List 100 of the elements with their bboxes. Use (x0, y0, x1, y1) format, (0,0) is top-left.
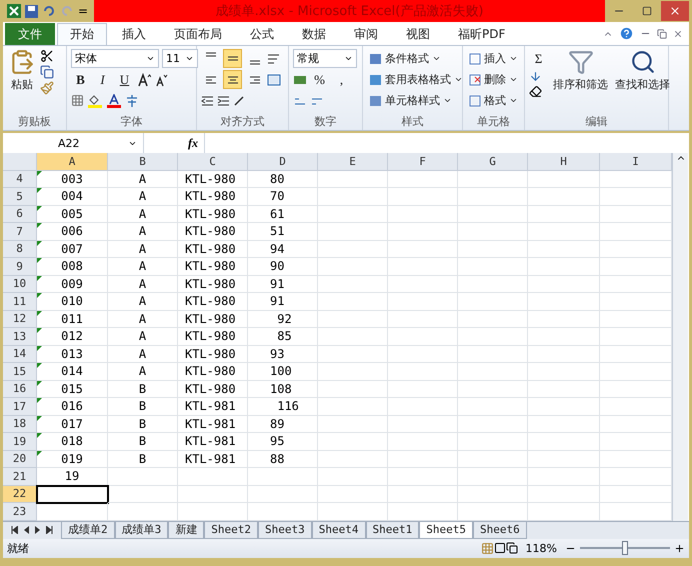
styles-menu-button[interactable]: 条件格式 (367, 49, 443, 68)
styles-menu-button[interactable]: 单元格样式 (367, 91, 454, 110)
row-header[interactable]: 18 (3, 416, 37, 433)
group-label: 字体 (120, 114, 144, 130)
caret-icon (146, 54, 155, 63)
row-header[interactable]: 8 (3, 240, 37, 258)
ribbon-tab[interactable]: 视图 (393, 23, 443, 45)
table-cell (388, 450, 458, 468)
filter-icon (568, 49, 594, 75)
row-header[interactable]: 14 (3, 346, 37, 363)
column-header[interactable]: A (37, 153, 108, 171)
column-header[interactable]: H (528, 153, 600, 171)
vertical-scrollbar[interactable] (672, 153, 688, 520)
sheet-tab[interactable]: Sheet6 (473, 522, 527, 538)
cells-menu-button[interactable]: 插入 (467, 49, 520, 68)
row-header[interactable]: 17 (3, 398, 37, 416)
sheet-tab[interactable]: Sheet4 (312, 522, 366, 538)
ribbon-tab[interactable]: 插入 (109, 23, 159, 45)
table-cell (528, 486, 600, 503)
table-cell (318, 170, 388, 188)
formula-input[interactable] (205, 133, 689, 153)
row-header[interactable]: 6 (3, 206, 37, 223)
table-cell (108, 468, 178, 486)
row-header[interactable]: 19 (3, 433, 37, 450)
sheet-tab[interactable]: 新建 (168, 522, 204, 538)
column-header[interactable]: B (108, 153, 178, 171)
ribbon-tab[interactable]: 福昕PDF (445, 23, 518, 45)
underline-button[interactable]: U (115, 70, 134, 89)
column-header[interactable]: G (458, 153, 528, 171)
row-header[interactable]: 15 (3, 363, 37, 380)
close-button[interactable] (661, 1, 689, 21)
sheet-tab[interactable]: 成绩单2 (61, 522, 115, 538)
customize-toolbar-icon[interactable]: = (78, 4, 88, 18)
row-header[interactable]: 10 (3, 276, 37, 293)
sheet-tab[interactable]: Sheet2 (204, 522, 258, 538)
autosum-button[interactable]: Σ (529, 49, 548, 68)
row-header[interactable]: 12 (3, 310, 37, 328)
ribbon-tab[interactable]: 开始 (57, 23, 107, 45)
error-indicator-icon (37, 433, 42, 438)
table-cell: 91 (248, 276, 318, 293)
horizontal-align-button[interactable] (223, 70, 242, 89)
column-header[interactable]: F (388, 153, 458, 171)
table-cell (528, 276, 600, 293)
sort-filter-button[interactable]: 排序和筛选 (551, 49, 610, 114)
table-cell (318, 380, 388, 398)
row-header[interactable]: 16 (3, 380, 37, 398)
column-header[interactable]: C (178, 153, 248, 171)
number-format-field[interactable]: 常规 (293, 49, 357, 68)
table-cell (388, 468, 458, 486)
styles-menu-button[interactable]: 套用表格格式 (367, 70, 465, 89)
cells-menu-button[interactable]: 格式 (467, 91, 520, 110)
table-cell: KTL-980 (178, 380, 248, 398)
comma-button[interactable]: , (332, 70, 351, 89)
font-name-field[interactable]: 宋体 (71, 49, 159, 68)
ribbon-tab[interactable]: 审阅 (341, 23, 391, 45)
table-cell: 70 (248, 188, 318, 206)
table-cell: B (108, 398, 178, 416)
paste-button[interactable]: 粘贴 (7, 49, 37, 114)
row-header[interactable]: 5 (3, 188, 37, 206)
table-cell (178, 468, 248, 486)
insert-function-button[interactable]: fx (144, 133, 204, 153)
row-header[interactable]: 11 (3, 293, 37, 310)
table-cell (388, 276, 458, 293)
bold-button[interactable]: B (71, 70, 90, 89)
file-tab[interactable]: 文件 (5, 23, 55, 45)
column-header[interactable]: I (600, 153, 672, 171)
row-header[interactable]: 23 (3, 503, 37, 520)
row-header[interactable]: 7 (3, 223, 37, 240)
error-indicator-icon (37, 188, 42, 193)
zoom-slider-thumb[interactable] (622, 541, 628, 555)
shrink-font-icon (154, 72, 168, 86)
column-header[interactable]: D (248, 153, 318, 171)
ribbon-tab[interactable]: 数据 (289, 23, 339, 45)
error-indicator-icon (37, 223, 42, 228)
zoom-level[interactable]: 118% (526, 542, 557, 554)
row-header[interactable]: 20 (3, 450, 37, 468)
name-box[interactable]: A22 (3, 133, 143, 153)
find-select-button[interactable]: 查找和选择 (613, 49, 672, 114)
error-indicator-icon (37, 380, 42, 386)
sheet-tab[interactable]: Sheet3 (258, 522, 312, 538)
table-cell: 019 (37, 450, 108, 468)
row-header[interactable]: 21 (3, 468, 37, 486)
vertical-align-button[interactable] (223, 49, 242, 68)
table-cell (458, 450, 528, 468)
sheet-tab[interactable]: Sheet1 (366, 522, 420, 538)
table-cell: 005 (37, 206, 108, 223)
percent-button[interactable]: % (310, 70, 329, 89)
font-size-field[interactable]: 11 (162, 49, 198, 68)
ribbon-tab[interactable]: 页面布局 (161, 23, 235, 45)
sheet-tab[interactable]: 成绩单3 (114, 522, 168, 538)
ribbon-tab[interactable]: 公式 (237, 23, 287, 45)
row-header[interactable]: 4 (3, 170, 37, 188)
italic-button[interactable]: I (93, 70, 112, 89)
table-cell (528, 346, 600, 363)
sheet-tab[interactable]: Sheet5 (419, 522, 473, 538)
column-header[interactable]: E (318, 153, 388, 171)
row-header[interactable]: 9 (3, 258, 37, 276)
cells-menu-button[interactable]: 删除 (467, 70, 520, 89)
row-header[interactable]: 13 (3, 328, 37, 346)
row-header[interactable]: 22 (3, 486, 37, 503)
